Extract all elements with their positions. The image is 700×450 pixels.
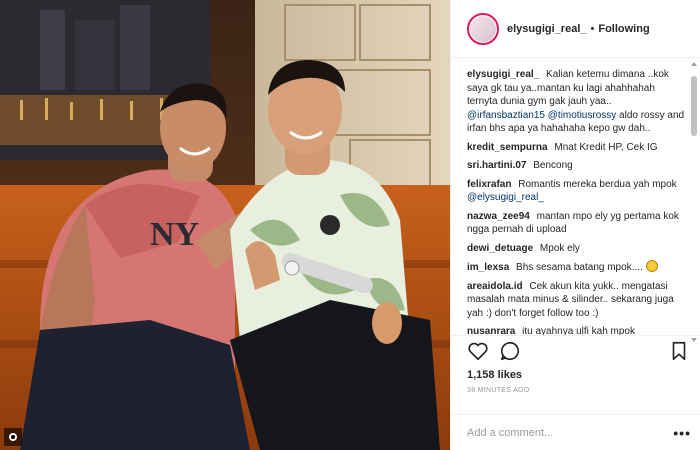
avatar-image — [470, 15, 496, 42]
post-header: elysugigi_real_ • Following — [451, 0, 700, 58]
comment-text: itu ayahnya ulfi kah mpok — [522, 326, 635, 335]
author-username[interactable]: elysugigi_real_ — [507, 23, 587, 35]
author-avatar[interactable] — [467, 12, 499, 45]
header-separator: • — [590, 22, 595, 35]
comment-item: felixrafan Romantis mereka berdua yah mp… — [467, 178, 686, 205]
add-comment-input[interactable] — [467, 426, 674, 439]
post-photo[interactable]: NY — [0, 0, 450, 450]
comment-username[interactable]: dewi_detuage — [467, 243, 533, 254]
comments-scrollbar[interactable] — [690, 62, 698, 342]
comment-username[interactable]: nusanrara — [467, 326, 515, 335]
photo-scene: NY — [0, 0, 450, 450]
heart-icon[interactable] — [467, 340, 489, 362]
scroll-thumb[interactable] — [691, 76, 697, 136]
comment-item: im_lexsa Bhs sesama batang mpok.... — [467, 260, 686, 275]
comment-text: Mpok ely — [539, 242, 580, 254]
comment-text: Bencong — [533, 160, 573, 171]
more-options-icon[interactable]: ••• — [673, 425, 691, 441]
comment-item: nusanrara itu ayahnya ulfi kah mpok — [467, 325, 686, 335]
comment-username[interactable]: felixrafan — [467, 179, 511, 190]
comment-mention[interactable]: @elysugigi_real_ — [467, 192, 544, 203]
comment-username[interactable]: nazwa_zee94 — [467, 211, 530, 222]
post-timestamp: 38 MINUTES AGO — [467, 387, 530, 394]
comment-item: areaidola.id Cek akun kita yukk.. mengat… — [467, 280, 686, 321]
following-button[interactable]: Following — [598, 23, 649, 35]
comment-username[interactable]: kredit_sempurna — [467, 142, 548, 153]
comment-username[interactable]: sri.hartini.07 — [467, 160, 526, 171]
caption: elysugigi_real_ Kalian ketemu dimana ..k… — [467, 68, 686, 136]
comment-item: kredit_sempurna Mnat Kredit HP, Cek IG — [467, 141, 686, 155]
add-comment-bar: ••• — [451, 414, 700, 450]
scroll-up-arrow-icon[interactable] — [691, 62, 697, 66]
comment-item: dewi_detuage Mpok ely — [467, 242, 686, 256]
comments-list[interactable]: elysugigi_real_ Kalian ketemu dimana ..k… — [451, 58, 700, 335]
instagram-post: NY elysugigi_real_ • Following elysugigi… — [0, 0, 700, 450]
comment-bubble-icon[interactable] — [499, 340, 521, 362]
post-sidebar: elysugigi_real_ • Following elysugigi_re… — [450, 0, 700, 450]
caption-mention-1[interactable]: @irfansbaztian15 — [467, 110, 545, 121]
bookmark-icon[interactable] — [668, 340, 690, 362]
comment-username[interactable]: areaidola.id — [467, 281, 523, 292]
comment-text: Mnat Kredit HP, Cek IG — [554, 141, 658, 153]
comment-item: sri.hartini.07 Bencong — [467, 159, 686, 173]
comment-text: Bhs sesama batang mpok.... — [516, 262, 643, 273]
action-bar — [451, 335, 700, 365]
video-icon — [4, 428, 22, 446]
caption-mention-2[interactable]: @timotiusrossy — [548, 110, 617, 121]
comment-item: nazwa_zee94 mantan mpo ely yg pertama ko… — [467, 210, 686, 237]
likes-count[interactable]: 1,158 likes — [451, 365, 700, 383]
comment-username[interactable]: im_lexsa — [467, 262, 509, 273]
caption-username[interactable]: elysugigi_real_ — [467, 69, 539, 80]
smile-emoji-icon — [645, 260, 658, 272]
comment-text: Romantis mereka berdua yah mpok — [518, 178, 677, 190]
svg-text:NY: NY — [150, 216, 199, 253]
scroll-down-arrow-icon[interactable] — [691, 338, 697, 342]
